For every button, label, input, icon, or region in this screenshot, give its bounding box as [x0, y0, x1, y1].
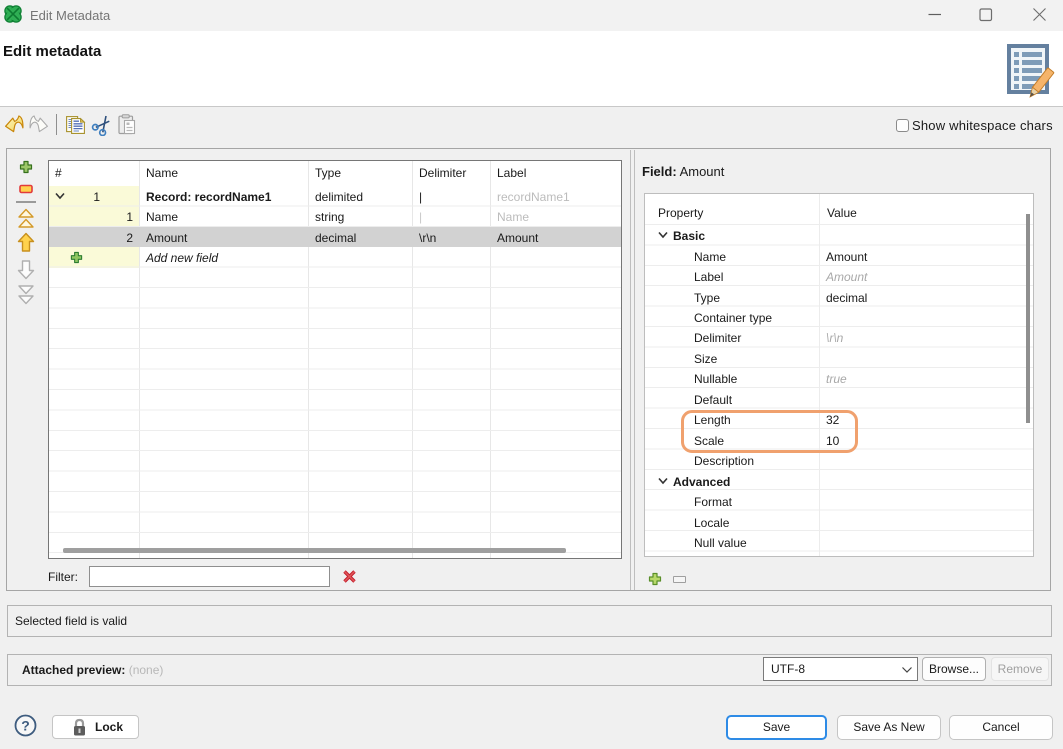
svg-text:?: ? [21, 717, 30, 733]
